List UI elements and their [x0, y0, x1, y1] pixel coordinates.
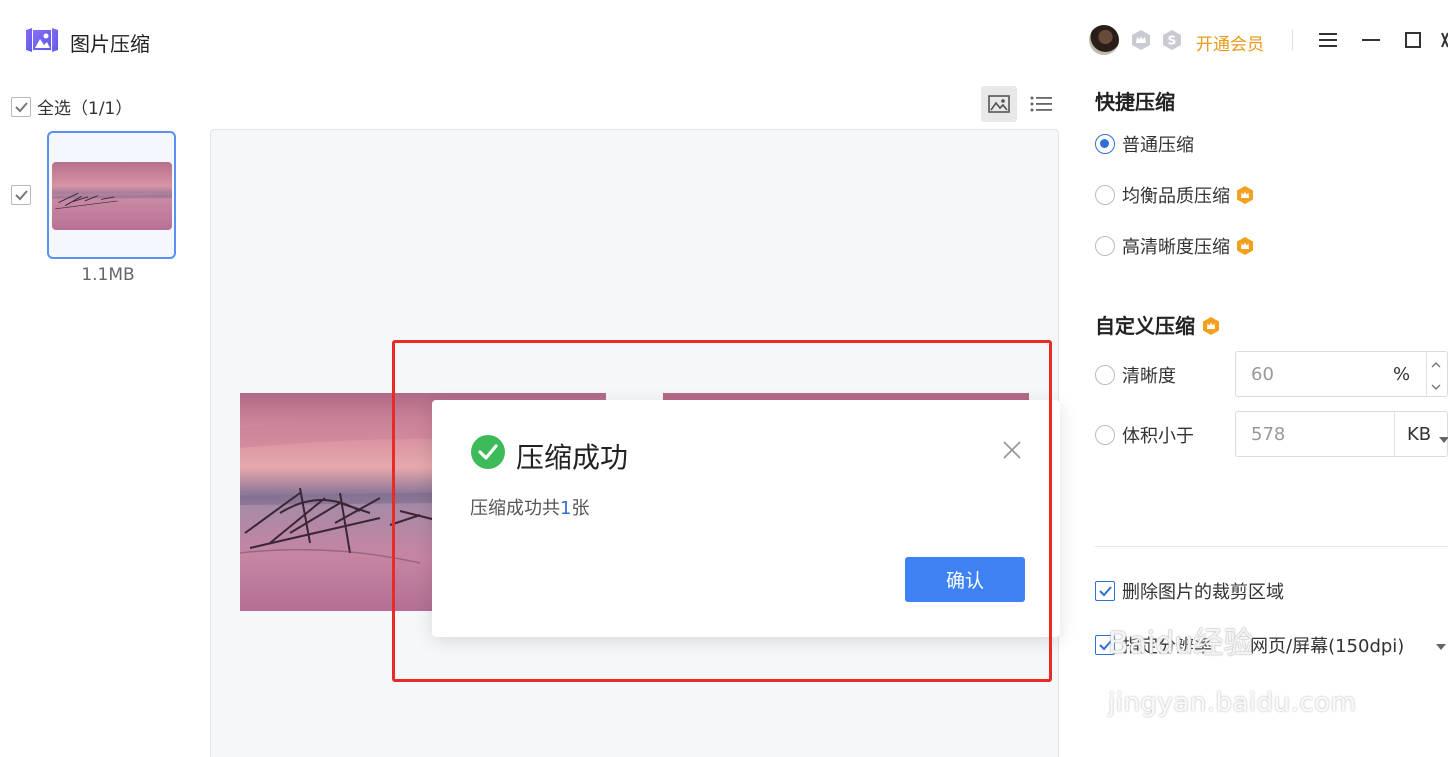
clarity-value: 60 — [1251, 364, 1274, 385]
dialog-title: 压缩成功 — [516, 441, 629, 474]
radio-button[interactable] — [1095, 425, 1115, 445]
vip-crown-icon — [1203, 316, 1219, 335]
radio-button[interactable] — [1095, 134, 1115, 154]
thumbnail-checkbox[interactable] — [11, 185, 31, 205]
resolution-select[interactable]: 网页/屏幕(150dpi) — [1250, 632, 1404, 658]
size-limit-input[interactable]: 578 KB — [1235, 411, 1448, 457]
app-logo-icon — [24, 26, 60, 54]
radio-button[interactable] — [1095, 236, 1115, 256]
decrement-icon[interactable] — [1430, 378, 1442, 397]
close-window-icon[interactable] — [1432, 24, 1448, 56]
crown-badge-icon[interactable] — [1130, 29, 1152, 51]
minimize-icon[interactable] — [1355, 24, 1387, 56]
select-all-checkbox[interactable]: 全选（1/1） — [11, 94, 132, 119]
maximize-icon[interactable] — [1397, 24, 1429, 56]
clarity-label: 清晰度 — [1122, 366, 1176, 387]
section-divider — [1095, 546, 1448, 547]
message-suffix: 张 — [571, 498, 590, 519]
custom-compress-title: 自定义压缩 — [1095, 310, 1219, 339]
delete-crop-area-checkbox[interactable]: 删除图片的裁剪区域 — [1095, 578, 1284, 604]
radio-hd-compress[interactable]: 高清晰度压缩 — [1095, 233, 1253, 259]
open-vip-link[interactable]: 开通会员 — [1196, 30, 1264, 55]
vip-crown-icon — [1237, 237, 1253, 255]
user-avatar[interactable] — [1089, 25, 1119, 55]
success-dialog: 压缩成功 压缩成功共1张 确认 — [432, 400, 1060, 637]
svg-text:S: S — [1168, 34, 1177, 48]
size-limit-label: 体积小于 — [1122, 426, 1194, 447]
success-check-icon — [470, 434, 506, 474]
select-all-label: 全选（1/1） — [37, 99, 133, 119]
increment-icon[interactable] — [1430, 356, 1442, 375]
radio-label: 均衡品质压缩 — [1122, 186, 1230, 207]
clarity-stepper[interactable]: 60 % — [1235, 351, 1448, 397]
radio-normal-compress[interactable]: 普通压缩 — [1095, 131, 1194, 157]
custom-compress-title-text: 自定义压缩 — [1095, 314, 1195, 338]
thumbnail-image — [52, 162, 172, 230]
menu-icon[interactable] — [1312, 24, 1344, 56]
resolution-dropdown-icon[interactable] — [1436, 636, 1446, 655]
size-unit-select[interactable]: KB — [1407, 424, 1431, 445]
radio-label: 普通压缩 — [1122, 135, 1194, 156]
checkbox[interactable] — [1095, 635, 1115, 655]
radio-button[interactable] — [1095, 365, 1115, 385]
quick-compress-title-text: 快捷压缩 — [1095, 90, 1175, 114]
image-thumbnail-card[interactable] — [47, 131, 176, 259]
dialog-close-icon[interactable] — [998, 436, 1026, 464]
delete-crop-area-label: 删除图片的裁剪区域 — [1122, 582, 1284, 603]
checkbox[interactable] — [1095, 581, 1115, 601]
message-prefix: 压缩成功共 — [470, 498, 560, 519]
thumbnail-file-size: 1.1MB — [81, 265, 135, 285]
app-window: 图片压缩 S 开通会员 全选（1/1） 1.1MB 压缩成功 压缩成功共1张 确… — [0, 0, 1448, 757]
watermark-url: jingyan.baidu.com — [1108, 688, 1357, 718]
app-title: 图片压缩 — [70, 32, 150, 56]
list-view-icon[interactable] — [1023, 86, 1059, 122]
specify-resolution-checkbox[interactable]: 指定分辨率 — [1095, 632, 1212, 658]
message-count: 1 — [560, 498, 572, 519]
radio-balanced-compress[interactable]: 均衡品质压缩 — [1095, 182, 1253, 208]
specify-resolution-label: 指定分辨率 — [1122, 636, 1212, 657]
checkbox[interactable] — [11, 96, 31, 117]
confirm-button[interactable]: 确认 — [905, 557, 1025, 602]
radio-clarity[interactable]: 清晰度 — [1095, 362, 1176, 388]
quick-compress-title: 快捷压缩 — [1095, 86, 1175, 115]
vip-crown-icon — [1237, 186, 1253, 204]
unit-dropdown-icon[interactable] — [1439, 429, 1448, 448]
size-value: 578 — [1251, 424, 1286, 445]
radio-size-limit[interactable]: 体积小于 — [1095, 422, 1194, 448]
svip-badge-icon[interactable]: S — [1161, 29, 1183, 51]
title-divider — [1292, 30, 1293, 50]
clarity-unit: % — [1393, 364, 1411, 385]
radio-label: 高清晰度压缩 — [1122, 237, 1230, 258]
radio-button[interactable] — [1095, 185, 1115, 205]
stepper-divider — [1426, 352, 1427, 396]
grid-view-icon[interactable] — [981, 86, 1017, 122]
dialog-message: 压缩成功共1张 — [470, 494, 589, 520]
title-bar: 图片压缩 S 开通会员 — [0, 0, 1448, 80]
unit-divider — [1394, 412, 1395, 456]
